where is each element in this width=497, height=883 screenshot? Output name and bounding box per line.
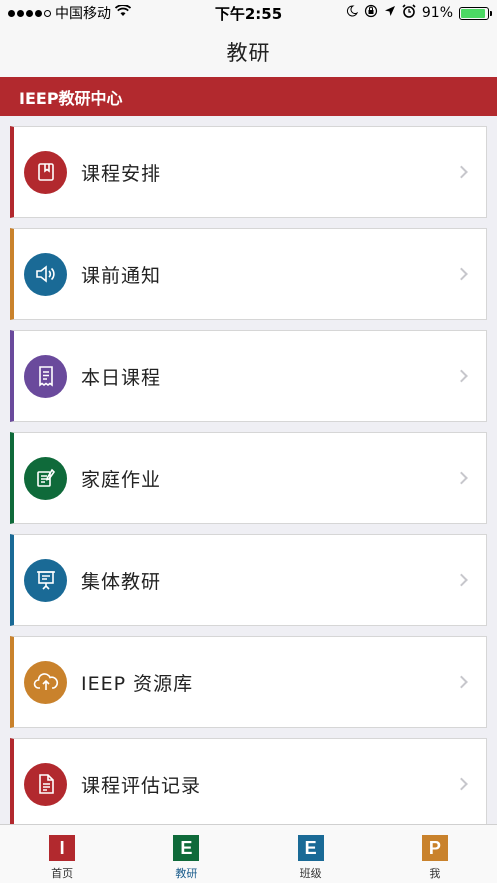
menu-item-label: IEEP 资源库 bbox=[81, 672, 194, 695]
alarm-icon bbox=[402, 4, 416, 22]
cloud-upload-icon bbox=[24, 660, 67, 704]
presentation-board-icon bbox=[24, 558, 67, 602]
tab-2[interactable]: E 班级 bbox=[249, 825, 373, 883]
document-icon bbox=[24, 762, 67, 806]
menu-item[interactable]: 家庭作业 bbox=[10, 432, 487, 524]
tab-label: 我 bbox=[429, 867, 441, 880]
signal-icon bbox=[8, 9, 51, 17]
tab-letter-icon: I bbox=[49, 835, 76, 861]
tab-3[interactable]: P我 bbox=[373, 825, 497, 883]
chevron-right-icon bbox=[455, 165, 468, 179]
page-title: 教研 bbox=[226, 40, 271, 65]
tab-bar: I 首页 E 教研 E 班级 P 我 bbox=[0, 824, 497, 883]
menu-item[interactable]: 课程评估记录 bbox=[10, 738, 487, 830]
speaker-icon bbox=[24, 252, 67, 296]
carrier-label: 中国移动 bbox=[55, 6, 111, 22]
menu-list: 课程安排课前通知本日课程家庭作业集体教研 IEEP 资源库 课程评估记录 bbox=[10, 126, 487, 840]
notebook-pen-icon bbox=[24, 456, 67, 500]
tab-letter-icon: P bbox=[421, 835, 448, 861]
moon-icon bbox=[346, 5, 358, 21]
menu-item[interactable]: 课程安排 bbox=[10, 126, 487, 218]
menu-item[interactable]: IEEP 资源库 bbox=[10, 636, 487, 728]
nav-bar: 教研 bbox=[0, 26, 497, 77]
menu-item[interactable]: 课前通知 bbox=[10, 228, 487, 320]
tab-label: 教研 bbox=[175, 867, 198, 880]
rotation-lock-icon bbox=[364, 4, 378, 22]
section-header: IEEP教研中心 bbox=[0, 77, 497, 116]
chevron-right-icon bbox=[455, 369, 468, 383]
bookmark-book-icon bbox=[24, 150, 67, 194]
menu-item-label: 课前通知 bbox=[81, 264, 162, 287]
chevron-right-icon bbox=[455, 267, 468, 281]
tab-0[interactable]: I 首页 bbox=[0, 825, 124, 883]
section-title: IEEP教研中心 bbox=[19, 88, 123, 108]
wifi-icon bbox=[114, 4, 132, 21]
battery-icon bbox=[459, 6, 492, 20]
tab-1[interactable]: E 教研 bbox=[124, 825, 248, 883]
menu-item-label: 家庭作业 bbox=[81, 468, 162, 491]
tab-letter-icon: E bbox=[173, 835, 200, 861]
tab-label: 班级 bbox=[299, 867, 322, 880]
receipt-icon bbox=[24, 354, 67, 398]
menu-item-label: 集体教研 bbox=[81, 570, 162, 593]
chevron-right-icon bbox=[455, 471, 468, 485]
chevron-right-icon bbox=[455, 573, 468, 587]
location-icon bbox=[384, 5, 396, 21]
status-bar: 中国移动 下午2:55 91% bbox=[0, 0, 497, 26]
chevron-right-icon bbox=[455, 777, 468, 791]
menu-item-label: 本日课程 bbox=[81, 366, 162, 389]
chevron-right-icon bbox=[455, 675, 468, 689]
menu-item-label: 课程评估记录 bbox=[81, 774, 202, 797]
menu-item[interactable]: 集体教研 bbox=[10, 534, 487, 626]
menu-item[interactable]: 本日课程 bbox=[10, 330, 487, 422]
tab-label: 首页 bbox=[51, 867, 74, 880]
menu-item-label: 课程安排 bbox=[81, 162, 162, 185]
tab-letter-icon: E bbox=[297, 835, 324, 861]
battery-percent: 91% bbox=[421, 5, 453, 21]
